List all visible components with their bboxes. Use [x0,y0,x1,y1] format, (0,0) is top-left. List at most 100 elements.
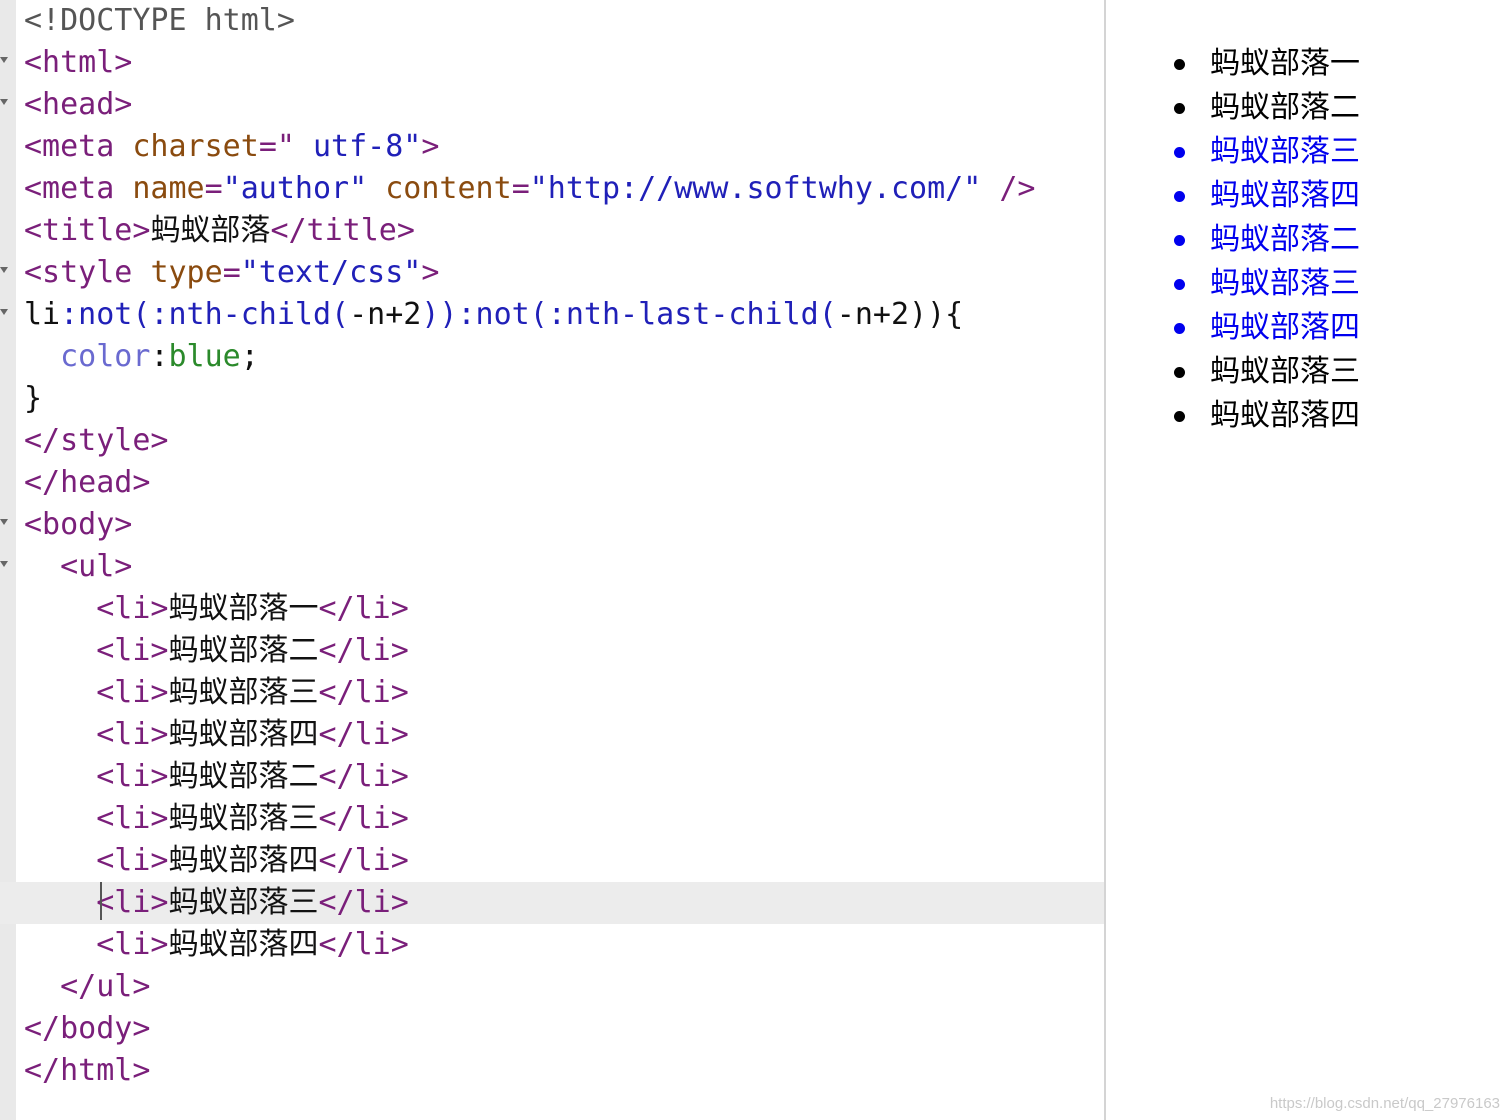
code-line[interactable]: <li>蚂蚁部落二</li> [0,630,1104,672]
code-token: </html> [24,1053,151,1088]
code-line[interactable]: <html> [0,42,1104,84]
preview-list-item: 蚂蚁部落四 [1106,174,1360,218]
code-line[interactable]: <meta name="author" content="http://www.… [0,168,1104,210]
preview-list-item: 蚂蚁部落二 [1106,86,1360,130]
code-line[interactable]: <li>蚂蚁部落四</li> [0,840,1104,882]
code-token: /> [981,171,1036,206]
code-token: </li> [318,591,409,626]
preview-list: 蚂蚁部落一 蚂蚁部落二 蚂蚁部落三 蚂蚁部落四 蚂蚁部落二 蚂蚁部落三 蚂蚁部落四 蚂蚁部落三… [1106,42,1360,438]
code-token: : [150,339,169,374]
code-line[interactable]: color:blue; [0,336,1104,378]
code-token: <li> [96,759,169,794]
preview-list-item: 蚂蚁部落三 [1106,350,1360,394]
code-line[interactable]: } [0,378,1104,420]
code-line[interactable]: li:not(:nth-child(-n+2)):not(:nth-last-c… [0,294,1104,336]
code-token: </title> [270,213,415,248]
bullet-icon [1174,147,1185,158]
code-token: <li> [96,717,169,752]
code-line[interactable]: <!DOCTYPE html> [0,0,1104,42]
code-line[interactable]: <li>蚂蚁部落一</li> [0,588,1104,630]
bullet-icon [1174,279,1185,290]
code-line[interactable]: <style type="text/css"> [0,252,1104,294]
code-editor[interactable]: <!DOCTYPE html> <html> <head> <meta charset… [0,0,1104,1120]
code-line[interactable]: <li>蚂蚁部落二</li> [0,756,1104,798]
code-token: -n+2 [836,297,910,332]
code-token: > [421,255,440,290]
code-token: <li> [96,633,169,668]
bullet-icon [1174,235,1185,246]
code-token: <ul> [60,549,133,584]
code-line[interactable]: <li>蚂蚁部落四</li> [0,714,1104,756]
code-token: <html> [24,45,133,80]
code-token: utf-8" [313,129,422,164]
code-line[interactable]: <meta charset=" utf-8"> [0,126,1104,168]
code-token: </head> [24,465,151,500]
code-token: <head> [24,87,133,122]
preview-list-item: 蚂蚁部落三 [1106,130,1360,174]
code-token: li [24,297,61,332]
code-token: color [60,339,151,374]
code-line[interactable]: </html> [0,1050,1104,1092]
preview-pane: 蚂蚁部落一 蚂蚁部落二 蚂蚁部落三 蚂蚁部落四 蚂蚁部落二 蚂蚁部落三 蚂蚁部落四 蚂蚁部落三… [1106,0,1508,1120]
code-token: > [421,129,440,164]
bullet-icon [1174,411,1185,422]
code-token: blue [168,339,241,374]
code-token: 蚂蚁部落三 [168,675,319,710]
code-line[interactable]: <body> [0,504,1104,546]
fold-arrow-icon[interactable] [0,519,8,525]
fold-arrow-icon[interactable] [0,267,8,273]
code-token: "author" [222,171,386,206]
code-token: 蚂蚁部落四 [168,717,319,752]
code-token: =" [258,129,313,164]
code-line[interactable]: <li>蚂蚁部落三</li> [0,882,1104,924]
code-token: type [150,255,223,290]
preview-item-label: 蚂蚁部落四 [1210,178,1360,213]
preview-item-label: 蚂蚁部落一 [1210,46,1360,81]
fold-arrow-icon[interactable] [0,99,8,105]
code-token: </li> [318,927,409,962]
fold-arrow-icon[interactable] [0,561,8,567]
preview-list-item: 蚂蚁部落四 [1106,394,1360,438]
fold-arrow-icon[interactable] [0,57,8,63]
bullet-icon [1174,59,1185,70]
code-token: 蚂蚁部落四 [168,843,319,878]
bullet-icon [1174,191,1185,202]
code-line[interactable]: </style> [0,420,1104,462]
code-line[interactable]: <head> [0,84,1104,126]
code-line[interactable]: </head> [0,462,1104,504]
code-token: <li> [96,801,169,836]
code-token: :not(:nth-child( [60,297,350,332]
code-token: "text/css" [240,255,422,290]
code-token: 蚂蚁部落三 [168,885,319,920]
code-line[interactable]: </body> [0,1008,1104,1050]
code-token: </li> [318,885,409,920]
code-token: -n+2 [349,297,422,332]
code-line[interactable]: <li>蚂蚁部落三</li> [0,672,1104,714]
code-token: = [204,171,223,206]
preview-item-label: 蚂蚁部落四 [1210,310,1360,345]
fold-arrow-icon[interactable] [0,309,8,315]
code-line[interactable]: <li>蚂蚁部落三</li> [0,798,1104,840]
code-line[interactable]: <ul> [0,546,1104,588]
code-line[interactable]: <li>蚂蚁部落四</li> [0,924,1104,966]
bullet-icon [1174,103,1185,114]
preview-item-label: 蚂蚁部落二 [1210,222,1360,257]
code-token: 蚂蚁部落二 [168,759,319,794]
code-token: 蚂蚁部落一 [168,591,319,626]
preview-item-label: 蚂蚁部落三 [1210,134,1360,169]
code-token: 蚂蚁部落 [150,213,271,248]
preview-list-item: 蚂蚁部落二 [1106,218,1360,262]
code-token: } [24,381,43,416]
bullet-icon [1174,367,1185,378]
code-token: <title> [24,213,151,248]
code-line[interactable]: </ul> [0,966,1104,1008]
code-line[interactable]: <title>蚂蚁部落</title> [0,210,1104,252]
code-token: </ul> [60,969,151,1004]
